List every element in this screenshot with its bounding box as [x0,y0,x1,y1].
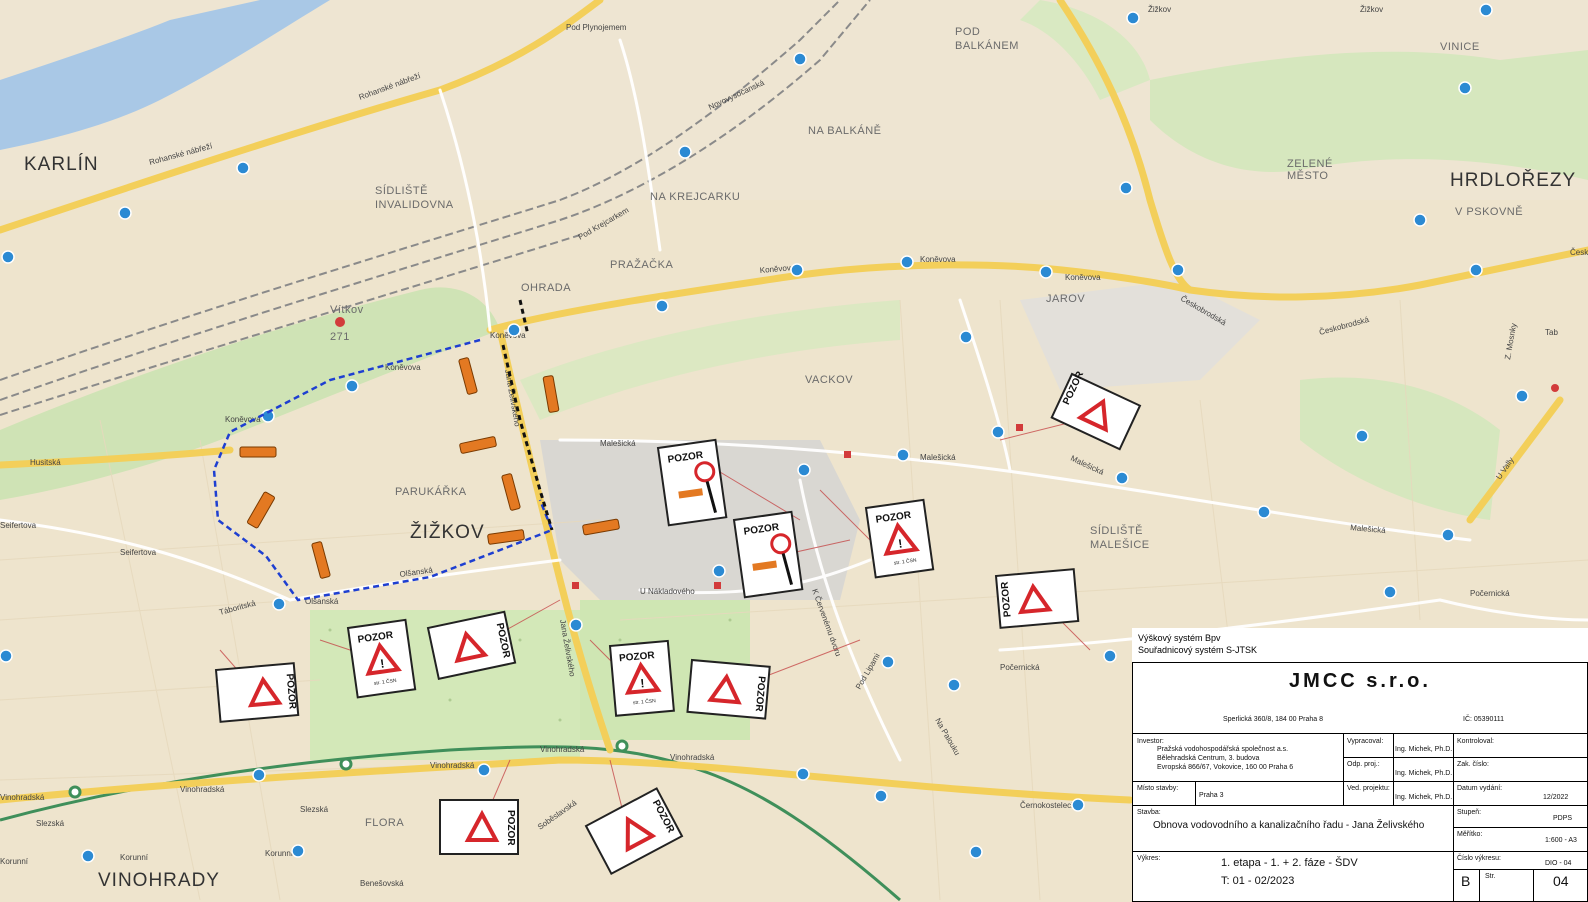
cislo-vykresu-value: DIO - 04 [1545,860,1572,867]
investor-address-2: Evropská 866/67, Vokovice, 160 00 Praha … [1157,764,1294,771]
vypracoval-value: Ing. Michek, Ph.D. [1395,746,1453,753]
label-vykres: Výkres: [1137,855,1161,862]
no-entry-sign[interactable]: POZOR [732,510,804,599]
no-entry-sign[interactable]: POZOR [656,438,728,527]
warning-sign[interactable]: POZOR str. 1 ČSN [608,638,676,718]
warning-sign[interactable]: POZOR str. 1 ČSN [346,617,418,700]
revision: B [1461,873,1471,889]
title-block: JMCC s.r.o. Sperlická 360/8, 184 00 Prah… [1132,662,1588,902]
misto-stavby-value: Praha 3 [1199,792,1224,799]
label-meritko: Měřítko: [1457,831,1483,838]
warning-sign[interactable]: POZOR [994,568,1080,629]
warning-sign[interactable]: POZOR str. 1 ČSN [864,497,936,580]
warning-sign[interactable]: POZOR [686,658,771,720]
company-name: JMCC s.r.o. [1289,670,1431,692]
company-address: Sperlická 360/8, 184 00 Praha 8 [1223,716,1324,723]
vykres-line-1: 1. etapa - 1. + 2. fáze - ŠDV [1221,857,1358,869]
label-stupen: Stupeň: [1457,809,1482,816]
label-zak-cislo: Zak. číslo: [1457,761,1489,768]
label-sheet: Str. [1485,873,1496,880]
label-cislo-vykresu: Číslo výkresu: [1457,855,1501,862]
warning-sign[interactable]: POZOR [584,787,684,876]
investor-address-1: Bělehradská Centrum, 3. budova [1157,755,1260,762]
label-datum: Datum vydání: [1457,785,1503,792]
label-stavba: Stavba: [1137,809,1161,816]
stavba-value: Obnova vodovodního a kanalizačního řadu … [1153,820,1425,831]
vykres-line-2: T: 01 - 02/2023 [1221,875,1295,887]
investor-value: Pražská vodohospodářská společnost a.s. [1157,746,1289,753]
datum-value: 12/2022 [1543,794,1569,801]
coordinate-system: Souřadnicový systém S-JTSK [1138,645,1258,655]
warning-sign[interactable]: POZOR [214,662,300,723]
odp-proj-value: Ing. Michek, Ph.D. [1395,770,1453,777]
sheet-number: 04 [1553,873,1569,889]
height-system: Výškový systém Bpv [1138,633,1221,643]
label-vypracoval: Vypracoval: [1347,738,1384,745]
warning-sign[interactable]: POZOR [1050,368,1143,451]
stupen-value: PDPS [1553,815,1573,822]
svg-text:POZOR: POZOR [505,810,516,846]
label-misto-stavby: Místo stavby: [1137,785,1179,792]
meritko-value: 1:600 - A3 [1545,837,1577,844]
label-ved-projektu: Ved. projektu: [1347,785,1390,792]
label-odp-proj: Odp. proj.: [1347,761,1380,768]
map-sheet: KARLÍN ŽIŽKOV VINOHRADY HRDLOŘEZY SÍDLIŠ… [0,0,1588,902]
coordinate-system-note: Výškový systém Bpv Souřadnicový systém S… [1132,628,1588,662]
company-ic: IČ: 05390111 [1463,716,1504,723]
warning-sign[interactable]: POZOR [439,799,519,855]
ved-projektu-value: Ing. Michek, Ph.D. [1395,794,1453,801]
warning-sign[interactable]: POZOR [426,610,517,681]
label-kontroloval: Kontroloval: [1457,738,1494,745]
